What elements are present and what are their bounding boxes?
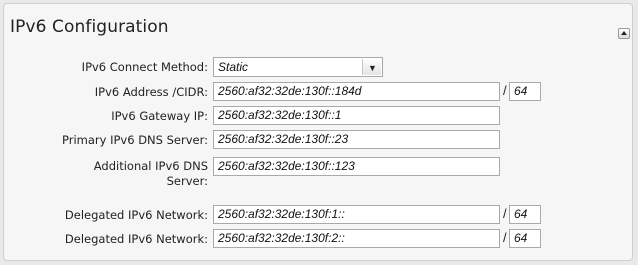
ipv6-address-label: IPv6 Address /CIDR: xyxy=(94,85,208,99)
gateway-label: IPv6 Gateway IP: xyxy=(111,109,208,123)
delegated-network-2-prefix-input[interactable]: 64 xyxy=(509,229,541,248)
delegated-2-separator: / xyxy=(503,230,507,245)
connect-method-select[interactable]: Static ▼ xyxy=(213,57,383,77)
connect-method-value: Static xyxy=(218,60,249,74)
delegated-network-1-input[interactable]: 2560:af32:32de:130f:1:: xyxy=(213,205,500,224)
delegated-network-1-label: Delegated IPv6 Network: xyxy=(64,208,208,222)
delegated-network-1-prefix-input[interactable]: 64 xyxy=(509,205,541,224)
additional-dns-label-line1: Additional IPv6 DNS xyxy=(93,159,208,173)
cidr-separator: / xyxy=(503,83,507,98)
chevron-down-icon[interactable]: ▼ xyxy=(362,59,381,75)
ipv6-address-prefix-input[interactable]: 64 xyxy=(509,82,541,101)
primary-dns-input[interactable]: 2560:af32:32de:130f::23 xyxy=(213,130,500,149)
connect-method-label: IPv6 Connect Method: xyxy=(81,60,208,74)
collapse-icon[interactable] xyxy=(618,28,630,39)
delegated-network-2-label: Delegated IPv6 Network: xyxy=(64,232,208,246)
delegated-1-separator: / xyxy=(503,206,507,221)
panel-title: IPv6 Configuration xyxy=(10,17,169,37)
additional-dns-label: Additional IPv6 DNS Server: xyxy=(4,159,208,189)
delegated-network-2-input[interactable]: 2560:af32:32de:130f:2:: xyxy=(213,229,500,248)
additional-dns-label-line2: Server: xyxy=(166,174,208,188)
primary-dns-label: Primary IPv6 DNS Server: xyxy=(62,133,208,147)
ipv6-configuration-panel: IPv6 Configuration IPv6 Connect Method: … xyxy=(3,3,633,261)
additional-dns-input[interactable]: 2560:af32:32de:130f::123 xyxy=(213,157,500,176)
gateway-input[interactable]: 2560:af32:32de:130f::1 xyxy=(213,106,500,125)
ipv6-address-input[interactable]: 2560:af32:32de:130f::184d xyxy=(213,82,500,101)
